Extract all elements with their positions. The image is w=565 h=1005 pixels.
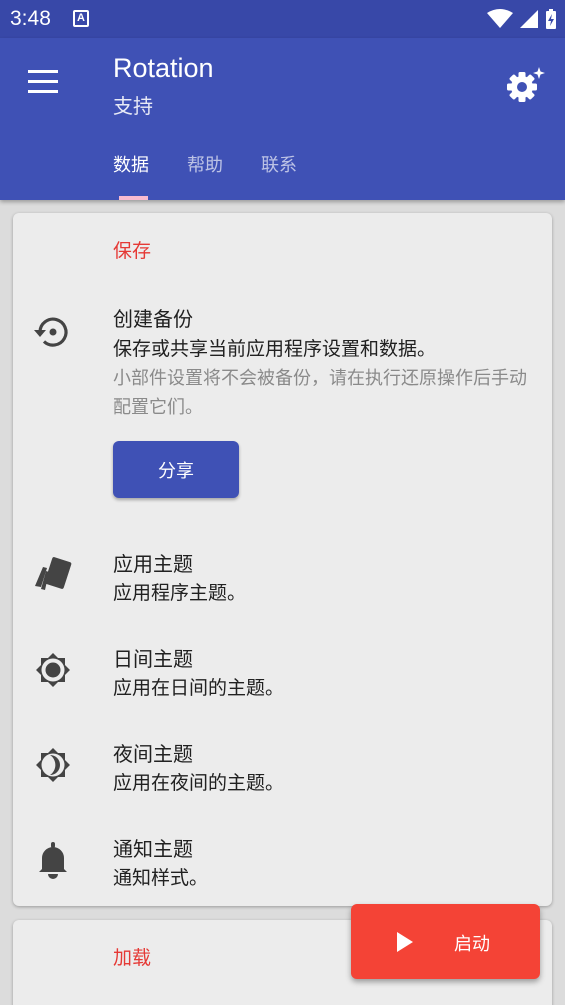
status-bar: 3:48 A	[0, 0, 565, 38]
battery-icon	[546, 9, 556, 29]
backup-restore-icon	[31, 310, 75, 354]
notification-theme-title: 通知主题	[113, 837, 193, 861]
notification-a-icon: A	[73, 10, 89, 27]
settings-gear-icon[interactable]	[505, 64, 547, 104]
app-bar: Rotation 支持 数据 帮助 联系	[0, 38, 565, 200]
app-subtitle: 支持	[113, 94, 153, 118]
backup-title: 创建备份	[113, 307, 193, 331]
backup-summary: 保存或共享当前应用程序设置和数据。	[113, 338, 437, 360]
tab-indicator	[119, 196, 148, 200]
theme-cards-icon	[31, 553, 75, 597]
signal-icon	[520, 10, 538, 28]
start-label: 启动	[454, 934, 490, 955]
start-button[interactable]: 启动	[351, 904, 540, 979]
status-time: 3:48	[10, 7, 51, 30]
tab-data[interactable]: 数据	[113, 151, 149, 193]
backup-hint: 小部件设置将不会被备份，请在执行还原操作后手动配置它们。	[113, 368, 527, 418]
night-theme-summary: 应用在夜间的主题。	[113, 772, 285, 794]
app-title: Rotation	[113, 53, 214, 83]
save-card: 保存 创建备份 保存或共享当前应用程序设置和数据。 小部件设置将不会被备份，请在…	[13, 213, 552, 906]
tab-contact[interactable]: 联系	[261, 151, 297, 193]
play-icon	[397, 932, 413, 952]
wifi-icon	[487, 9, 513, 28]
status-icons	[487, 8, 557, 30]
section-header-save: 保存	[113, 240, 152, 262]
notification-theme-summary: 通知样式。	[113, 867, 209, 889]
brightness-night-icon	[31, 743, 75, 787]
section-header-load: 加载	[113, 947, 152, 969]
app-theme-summary: 应用程序主题。	[113, 582, 247, 604]
bell-icon	[31, 838, 75, 882]
night-theme-title: 夜间主题	[113, 742, 193, 766]
menu-icon[interactable]	[24, 70, 62, 100]
day-theme-summary: 应用在日间的主题。	[113, 677, 285, 699]
day-theme-title: 日间主题	[113, 647, 193, 671]
app-theme-title: 应用主题	[113, 552, 193, 576]
brightness-high-icon	[31, 648, 75, 692]
share-button[interactable]: 分享	[113, 441, 239, 498]
tab-bar: 数据 帮助 联系	[113, 151, 297, 193]
tab-help[interactable]: 帮助	[187, 151, 223, 193]
